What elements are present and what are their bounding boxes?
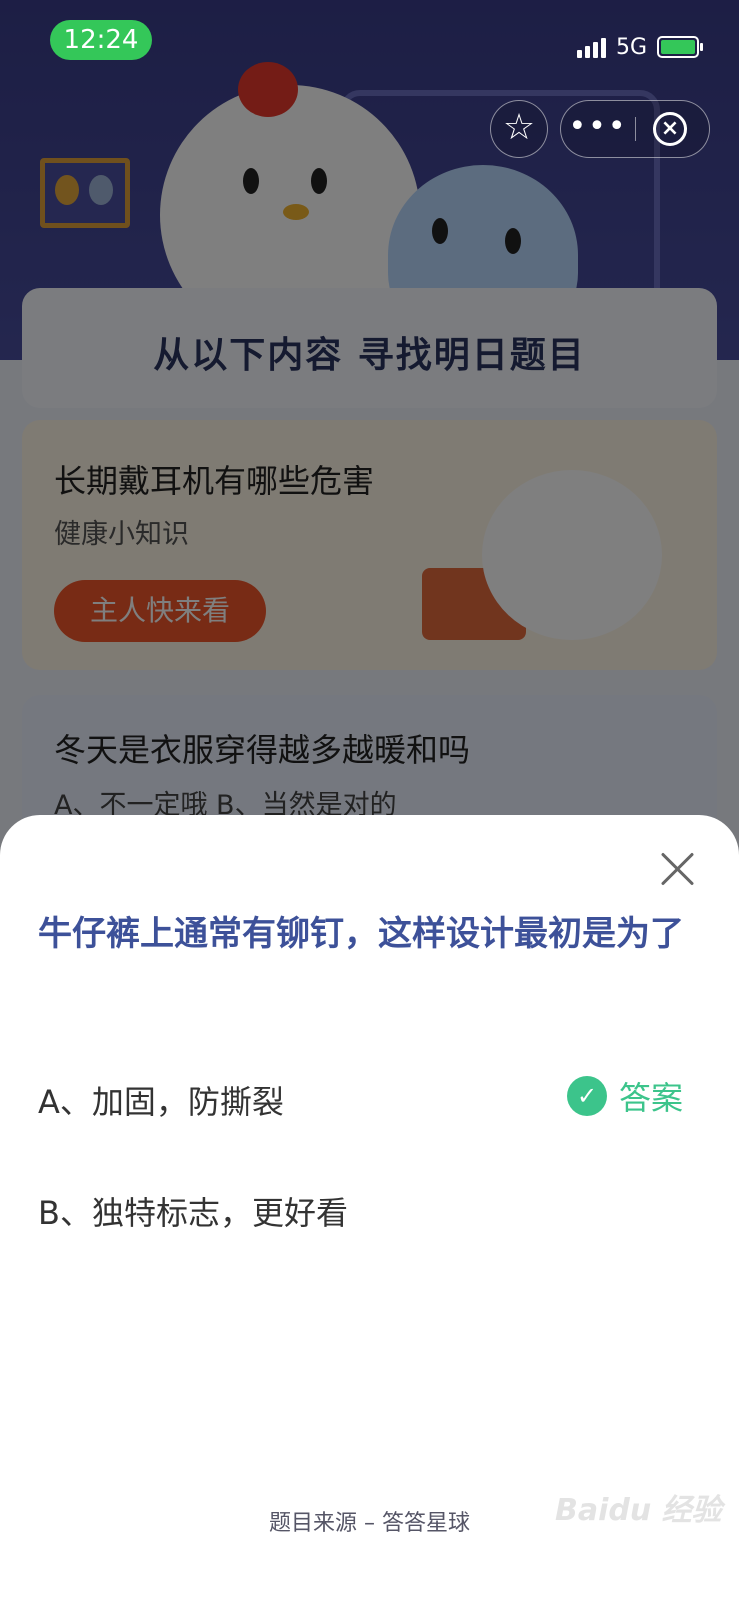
answer-sheet: 牛仔裤上通常有铆钉，这样设计最初是为了 A、加固，防撕裂 ✓ 答案 B、独特标志… xyxy=(0,815,739,1600)
option-a[interactable]: A、加固，防撕裂 xyxy=(38,1077,284,1123)
sheet-close-icon[interactable] xyxy=(656,847,700,891)
close-icon[interactable]: × xyxy=(653,112,687,146)
battery-fill xyxy=(661,40,695,54)
option-b[interactable]: B、独特标志，更好看 xyxy=(38,1188,348,1234)
baidu-watermark: Baidu 经验 xyxy=(555,1493,722,1528)
answer-label: 答案 xyxy=(619,1079,684,1117)
capsule-divider xyxy=(635,117,636,141)
more-icon[interactable]: ••• xyxy=(561,101,635,156)
check-icon: ✓ xyxy=(567,1076,607,1116)
battery-icon xyxy=(657,36,703,58)
network-label: 5G xyxy=(615,34,647,60)
status-indicators: 5G xyxy=(576,30,703,64)
question-text: 牛仔裤上通常有铆钉，这样设计最初是为了 xyxy=(38,914,684,954)
capsule-menu: ••• × xyxy=(560,100,710,158)
star-icon[interactable]: ☆ xyxy=(490,100,548,158)
answer-badge: ✓ 答案 xyxy=(567,1073,683,1119)
signal-icon xyxy=(576,36,606,58)
status-time: 12:24 xyxy=(50,20,152,60)
